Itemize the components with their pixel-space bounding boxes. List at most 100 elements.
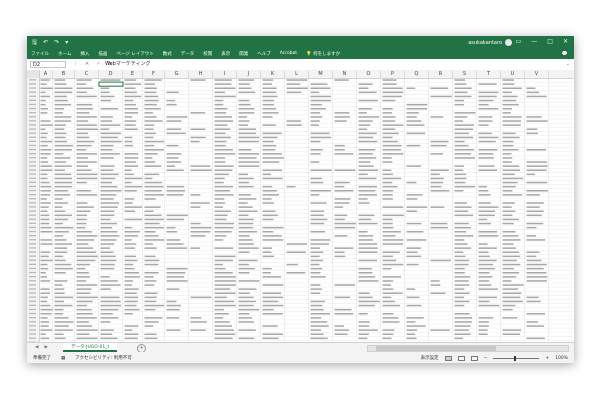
display-settings-button[interactable]: 表示設定 <box>421 355 439 361</box>
cell-text <box>286 124 302 126</box>
column-header-j[interactable]: J <box>237 70 261 78</box>
macro-record-icon[interactable]: ▦ <box>61 356 65 361</box>
name-box[interactable]: D2 <box>30 61 66 68</box>
page-layout-view-button[interactable] <box>457 355 465 361</box>
column-header-g[interactable]: G <box>165 70 189 78</box>
cell-text <box>238 263 249 266</box>
undo-icon[interactable]: ↶ <box>43 39 48 46</box>
enter-icon[interactable]: ✓ <box>96 61 100 68</box>
column-header-h[interactable]: H <box>189 70 213 78</box>
column-header-f[interactable]: F <box>143 70 165 78</box>
column-header-l[interactable]: L <box>285 70 309 78</box>
cell-text <box>54 120 72 122</box>
ribbon-tab-10[interactable]: ヘルプ <box>257 51 271 57</box>
ribbon-tab-8[interactable]: 表示 <box>221 51 230 57</box>
cell-text <box>100 300 121 303</box>
cell-text <box>166 161 182 163</box>
cell-area[interactable] <box>39 78 574 342</box>
worksheet-grid[interactable]: ABCDEFGHIJKLMNOPQRSTUV <box>27 70 574 342</box>
restore-icon[interactable]: □ <box>547 38 553 45</box>
column-header-e[interactable]: E <box>123 70 143 78</box>
column-header-t[interactable]: T <box>477 70 501 78</box>
cell-text <box>454 284 470 286</box>
accessibility-status[interactable]: アクセシビリティ: 利用不可 <box>75 355 131 361</box>
cell-text <box>430 87 449 89</box>
horizontal-scrollbar[interactable] <box>367 345 569 352</box>
column-header-u[interactable]: U <box>501 70 525 78</box>
zoom-in-button[interactable]: + <box>545 356 549 361</box>
cell-text <box>502 304 516 307</box>
cell-text <box>478 120 493 122</box>
column-header-k[interactable]: K <box>261 70 285 78</box>
quick-access-dropdown-icon[interactable]: ▾ <box>65 39 68 46</box>
column-header-i[interactable]: I <box>213 70 237 78</box>
column-header-m[interactable]: M <box>309 70 333 78</box>
normal-view-button[interactable] <box>444 355 452 361</box>
zoom-slider-thumb[interactable] <box>514 355 517 361</box>
redo-icon[interactable]: ↷ <box>54 39 59 46</box>
cell-text <box>286 87 308 89</box>
comment-icon[interactable]: 💬 <box>562 51 568 57</box>
column-header-v[interactable]: V <box>525 70 549 78</box>
column-header-b[interactable]: B <box>53 70 75 78</box>
zoom-slider[interactable] <box>493 355 540 361</box>
column-header-o[interactable]: O <box>357 70 381 78</box>
minimize-icon[interactable]: — <box>531 38 537 45</box>
cell-text <box>454 226 471 229</box>
horizontal-scroll-thumb[interactable] <box>376 346 496 351</box>
ribbon-tab-5[interactable]: 数式 <box>163 51 172 57</box>
ribbon-tab-2[interactable]: 挿入 <box>80 51 89 57</box>
cell-text <box>166 276 185 278</box>
sheet-tab[interactable]: データ-JUGO-01_t <box>63 343 118 352</box>
ribbon-tab-4[interactable]: ページ レイアウト <box>116 51 153 57</box>
cell-text <box>358 124 371 126</box>
zoom-level[interactable]: 100% <box>555 356 568 361</box>
ribbon-tab-3[interactable]: 描画 <box>98 51 107 57</box>
formula-more-icon[interactable]: ⋮ <box>73 61 78 68</box>
ribbon-display-icon[interactable]: ▭ <box>516 38 522 45</box>
ribbon-tab-0[interactable]: ファイル <box>31 51 49 57</box>
column-header-r[interactable]: R <box>429 70 453 78</box>
column-header-q[interactable]: Q <box>405 70 429 78</box>
cell-text <box>54 231 69 233</box>
cell-text <box>406 116 417 118</box>
cell-grid[interactable] <box>39 78 574 342</box>
ribbon-tab-1[interactable]: ホーム <box>58 51 71 57</box>
page-break-view-button[interactable] <box>470 355 478 361</box>
avatar[interactable] <box>505 39 512 46</box>
sheet-prev-icon[interactable]: ◀ <box>35 345 38 350</box>
save-icon[interactable]: 🖫 <box>32 39 37 46</box>
cell-text <box>76 251 97 253</box>
ribbon-tab-6[interactable]: データ <box>181 51 195 57</box>
cell-text <box>144 190 162 192</box>
column-header-d[interactable]: D <box>99 70 123 78</box>
ribbon-tab-11[interactable]: Acrobat <box>280 51 297 57</box>
formula-input[interactable]: Webマーケティング <box>105 61 571 68</box>
cell-text <box>382 333 394 335</box>
column-header-n[interactable]: N <box>333 70 357 78</box>
column-header-c[interactable]: C <box>75 70 99 78</box>
cell-text <box>478 194 491 196</box>
cell-text <box>100 226 113 229</box>
column-header-s[interactable]: S <box>453 70 477 78</box>
cell-text <box>76 267 86 270</box>
cell-text <box>100 288 111 290</box>
cancel-icon[interactable]: ✕ <box>85 61 89 68</box>
cell-text <box>100 165 115 167</box>
sheet-next-icon[interactable]: ▶ <box>44 345 47 350</box>
column-header-p[interactable]: P <box>381 70 405 78</box>
zoom-out-button[interactable]: − <box>484 356 488 361</box>
expand-formula-bar-icon[interactable]: ⌄ <box>566 61 570 67</box>
ribbon-tab-7[interactable]: 校閲 <box>203 51 212 57</box>
cell-text <box>262 226 284 229</box>
ribbon-tab-9[interactable]: 開発 <box>239 51 248 57</box>
cell-text <box>124 87 136 89</box>
cell-text <box>238 210 258 212</box>
cell-text <box>76 177 98 180</box>
close-icon[interactable]: ✕ <box>563 38 568 45</box>
cell-text <box>144 206 161 208</box>
user-account[interactable]: asukakantaro <box>468 39 512 46</box>
column-header-a[interactable]: A <box>39 70 53 78</box>
ribbon-tab-12[interactable]: 💡 何をしますか <box>306 51 340 57</box>
row-number-mark <box>29 243 36 245</box>
